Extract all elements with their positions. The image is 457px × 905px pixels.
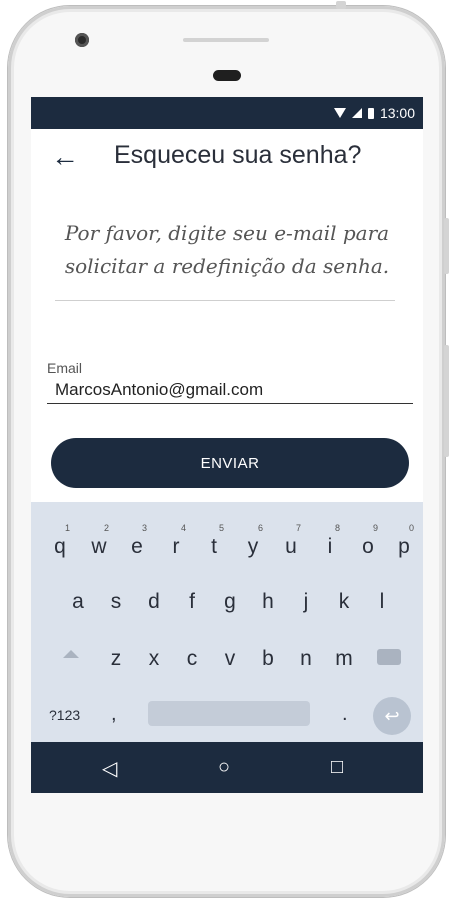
key-k[interactable]: k	[332, 590, 356, 614]
key-period[interactable]: .	[342, 703, 348, 726]
phone-side-button-1	[444, 218, 449, 274]
key-number-hint: 1	[64, 523, 70, 533]
key-number-hint: 0	[408, 523, 414, 533]
key-d[interactable]: d	[142, 590, 166, 614]
android-nav-bar: ◁ ○ □	[31, 742, 423, 793]
key-z[interactable]: z	[104, 647, 128, 671]
key-i[interactable]: i8	[318, 523, 342, 559]
key-g[interactable]: g	[218, 590, 242, 614]
key-n[interactable]: n	[294, 647, 318, 671]
enter-icon[interactable]: ↩	[373, 697, 411, 735]
key-number-hint: 7	[295, 523, 301, 533]
key-m[interactable]: m	[332, 647, 356, 671]
key-w[interactable]: w2	[87, 523, 111, 559]
key-s[interactable]: s	[104, 590, 128, 614]
status-bar: 13:00	[31, 97, 423, 129]
instruction-text: Por favor, digite seu e-mail para solici…	[51, 217, 403, 283]
key-l[interactable]: l	[370, 590, 394, 614]
battery-icon	[367, 107, 374, 119]
divider	[55, 300, 395, 301]
key-a[interactable]: a	[66, 590, 90, 614]
key-comma[interactable]: ,	[111, 703, 117, 726]
key-t[interactable]: t5	[202, 523, 226, 559]
signal-icon	[351, 108, 362, 118]
key-f[interactable]: f	[180, 590, 204, 614]
top-speaker	[183, 38, 269, 42]
instruction-line-2: solicitar a redefinição da senha.	[64, 254, 390, 278]
key-j[interactable]: j	[294, 590, 318, 614]
key-b[interactable]: b	[256, 647, 280, 671]
key-symbols[interactable]: ?123	[49, 707, 80, 723]
key-number-hint: 8	[334, 523, 340, 533]
earpiece	[213, 70, 241, 81]
arrow-left-icon[interactable]: ←	[51, 143, 79, 171]
shift-icon[interactable]	[63, 650, 79, 658]
status-time: 13:00	[379, 105, 415, 121]
key-v[interactable]: v	[218, 647, 242, 671]
key-e[interactable]: e3	[125, 523, 149, 559]
key-y[interactable]: y6	[241, 523, 265, 559]
screen: 13:00 ← Esqueceu sua senha? Por favor, d…	[31, 97, 423, 793]
key-q[interactable]: q1	[48, 523, 72, 559]
key-number-hint: 4	[180, 523, 186, 533]
key-u[interactable]: u7	[279, 523, 303, 559]
key-number-hint: 3	[141, 523, 147, 533]
key-c[interactable]: c	[180, 647, 204, 671]
email-field[interactable]	[47, 377, 413, 404]
phone-top-button	[336, 1, 346, 9]
key-number-hint: 5	[218, 523, 224, 533]
app-header: ← Esqueceu sua senha?	[31, 129, 423, 189]
email-label: Email	[47, 360, 83, 376]
backspace-icon[interactable]	[377, 649, 401, 665]
nav-back-icon[interactable]: ◁	[102, 756, 117, 781]
key-r[interactable]: r4	[164, 523, 188, 559]
key-number-hint: 6	[257, 523, 263, 533]
nav-home-icon[interactable]: ○	[218, 756, 230, 779]
instruction-line-1: Por favor, digite seu e-mail para	[64, 221, 390, 245]
key-x[interactable]: x	[142, 647, 166, 671]
phone-side-button-2	[444, 345, 449, 457]
nav-recents-icon[interactable]: □	[331, 756, 343, 779]
wifi-icon	[333, 108, 346, 118]
front-camera	[75, 33, 89, 47]
spacebar[interactable]	[148, 701, 310, 726]
key-o[interactable]: o9	[356, 523, 380, 559]
key-number-hint: 9	[372, 523, 378, 533]
key-p[interactable]: p0	[392, 523, 416, 559]
send-button[interactable]: ENVIAR	[51, 438, 409, 488]
key-h[interactable]: h	[256, 590, 280, 614]
key-number-hint: 2	[103, 523, 109, 533]
page-title: Esqueceu sua senha?	[114, 141, 362, 169]
